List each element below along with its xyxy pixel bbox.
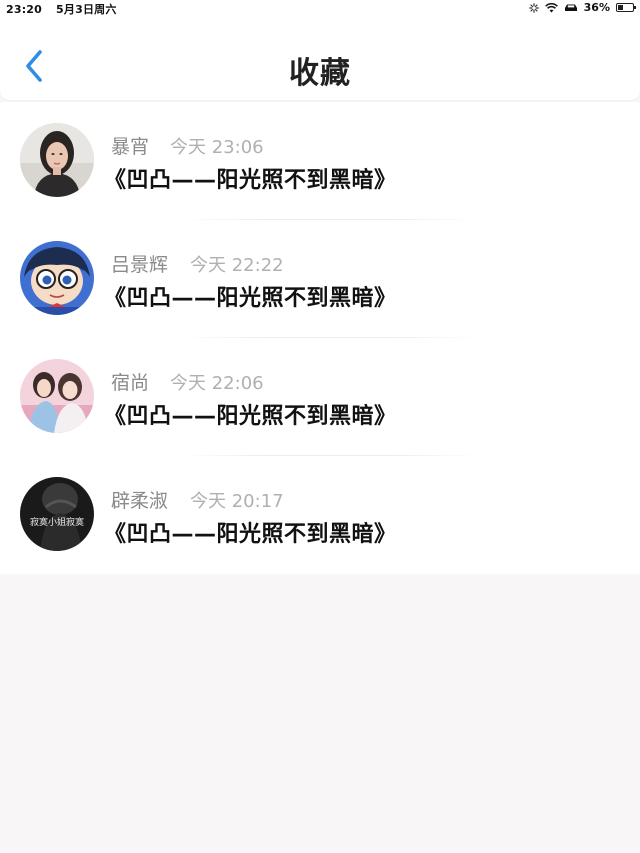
avatar[interactable] — [20, 123, 94, 197]
item-name: 暴宵 — [111, 136, 150, 158]
list-item[interactable]: 宿尚 今天 22:06 《凹凸——阳光照不到黑暗》 — [0, 338, 640, 456]
item-name: 辟柔淑 — [111, 490, 169, 512]
item-name: 吕景辉 — [111, 254, 169, 276]
favorites-list: 暴宵 今天 23:06 《凹凸——阳光照不到黑暗》 吕景辉 今天 22:22 《… — [0, 102, 640, 574]
item-title: 《凹凸——阳光照不到黑暗》 — [104, 404, 397, 429]
car-icon — [564, 3, 578, 12]
nav-bar: 收藏 — [0, 16, 640, 100]
status-right: 36% — [528, 1, 636, 14]
wifi-icon — [544, 2, 558, 13]
status-date: 5月3日周六 — [56, 3, 117, 16]
status-bar: 23:20 5月3日周六 36% — [0, 0, 640, 16]
item-time: 今天 22:22 — [190, 255, 284, 276]
avatar-caption: 寂寞小姐寂寞 — [30, 516, 84, 528]
item-title: 《凹凸——阳光照不到黑暗》 — [104, 286, 397, 311]
battery-fill — [618, 5, 623, 10]
battery-icon — [616, 3, 636, 12]
page-title: 收藏 — [289, 56, 351, 91]
list-item[interactable]: 暴宵 今天 23:06 《凹凸——阳光照不到黑暗》 — [0, 102, 640, 220]
battery-percent: 36% — [583, 1, 610, 14]
avatar[interactable] — [20, 241, 94, 315]
list-item[interactable]: 吕景辉 今天 22:22 《凹凸——阳光照不到黑暗》 — [0, 220, 640, 338]
status-time: 23:20 — [6, 3, 43, 16]
avatar[interactable] — [20, 359, 94, 433]
item-time: 今天 23:06 — [170, 137, 264, 158]
item-title: 《凹凸——阳光照不到黑暗》 — [104, 168, 397, 193]
item-time: 今天 20:17 — [190, 491, 284, 512]
item-name: 宿尚 — [111, 372, 150, 394]
avatar[interactable]: 寂寞小姐寂寞 — [20, 477, 94, 551]
item-time: 今天 22:06 — [170, 373, 264, 394]
list-item[interactable]: 寂寞小姐寂寞 辟柔淑 今天 20:17 《凹凸——阳光照不到黑暗》 — [0, 456, 640, 574]
status-left: 23:20 5月3日周六 — [6, 1, 117, 17]
item-title: 《凹凸——阳光照不到黑暗》 — [104, 522, 397, 547]
loading-icon — [528, 2, 539, 13]
